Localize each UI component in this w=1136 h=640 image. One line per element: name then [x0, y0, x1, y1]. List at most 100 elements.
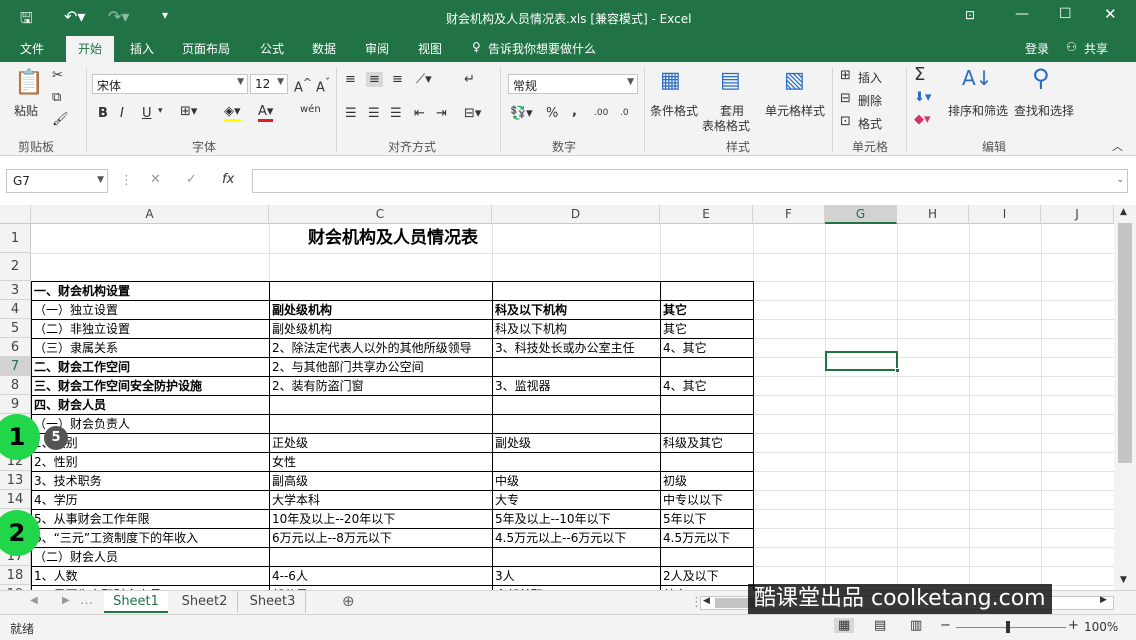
row-header-2[interactable]: 2: [0, 253, 31, 281]
cell-a9[interactable]: 四、财会人员: [32, 395, 268, 414]
find-select-icon[interactable]: ⚲: [1032, 64, 1050, 92]
select-all-corner[interactable]: [0, 205, 31, 224]
next-sheet-icon[interactable]: ▶: [62, 595, 70, 606]
font-color-icon[interactable]: A▾: [258, 104, 274, 122]
scroll-down-icon[interactable]: ▼: [1120, 575, 1127, 585]
align-middle-icon[interactable]: ≡: [366, 72, 383, 87]
row-header-7[interactable]: 7: [0, 357, 31, 376]
row-header-8[interactable]: 8: [0, 376, 31, 395]
row-header-9[interactable]: 9: [0, 395, 31, 414]
increase-indent-icon[interactable]: ⇥: [436, 106, 447, 121]
insert-cells-icon[interactable]: ⊞: [840, 68, 851, 83]
cell-e8[interactable]: 4、其它: [661, 376, 752, 395]
row-header-6[interactable]: 6: [0, 338, 31, 357]
copy-icon[interactable]: ⧉: [52, 90, 61, 105]
borders-icon[interactable]: ⊞▾: [180, 104, 197, 119]
column-header-g[interactable]: G: [825, 205, 897, 224]
cell-c18[interactable]: 4--6人: [270, 566, 491, 585]
cell-c16[interactable]: 6万元以上--8万元以下: [270, 528, 491, 547]
fill-icon[interactable]: ⬇▾: [914, 90, 931, 105]
cell-c13[interactable]: 副高级: [270, 471, 491, 490]
column-header-h[interactable]: H: [897, 205, 969, 224]
delete-cells-icon[interactable]: ⊟: [840, 91, 851, 106]
cell-d11[interactable]: 副处级: [493, 433, 659, 452]
tab-review[interactable]: 审阅: [365, 40, 389, 57]
cell-e5[interactable]: 其它: [661, 319, 752, 338]
format-table-icon[interactable]: ▤: [720, 68, 741, 93]
decrease-indent-icon[interactable]: ⇤: [414, 106, 425, 121]
cell-c15[interactable]: 10年及以上--20年以下: [270, 509, 491, 528]
cell-c7[interactable]: 2、与其他部门共享办公空间: [270, 357, 491, 376]
font-size-select[interactable]: 12 ▼: [250, 74, 288, 94]
cell-c11[interactable]: 正处级: [270, 433, 491, 452]
paste-button[interactable]: 粘贴: [14, 102, 38, 119]
cell-e4[interactable]: 其它: [661, 300, 752, 319]
row-header-4[interactable]: 4: [0, 300, 31, 319]
row-header-13[interactable]: 13: [0, 471, 31, 490]
column-header-e[interactable]: E: [660, 205, 753, 224]
number-format-select[interactable]: 常规 ▼: [508, 74, 638, 94]
save-icon[interactable]: 🖫: [20, 8, 33, 33]
close-icon[interactable]: ✕: [1104, 5, 1117, 23]
scroll-up-icon[interactable]: ▲: [1120, 207, 1127, 217]
row-header-18[interactable]: 18: [0, 566, 31, 585]
phonetic-icon[interactable]: wén: [300, 104, 321, 115]
cell-c14[interactable]: 大学本科: [270, 490, 491, 509]
fill-color-icon[interactable]: ◈▾: [224, 104, 241, 122]
prev-sheet-icon[interactable]: ◀: [30, 595, 38, 606]
cell-e14[interactable]: 中专以以下: [661, 490, 752, 509]
paste-icon[interactable]: 📋: [14, 68, 44, 96]
increase-font-icon[interactable]: A^: [294, 76, 312, 95]
cancel-icon[interactable]: ✕: [150, 172, 161, 187]
tab-insert[interactable]: 插入: [130, 40, 154, 57]
cell-a12[interactable]: 2、性别: [32, 452, 268, 471]
orientation-icon[interactable]: ⟋▾: [416, 72, 432, 87]
cell-d16[interactable]: 4.5万元以上--6万元以下: [493, 528, 659, 547]
cell-a16[interactable]: 6、“三元”工资制度下的年收入: [32, 528, 268, 547]
zoom-in-icon[interactable]: +: [1068, 618, 1079, 633]
cell-d4[interactable]: 科及以下机构: [493, 300, 659, 319]
cell-c12[interactable]: 女性: [270, 452, 491, 471]
clear-icon[interactable]: ◆▾: [914, 112, 931, 127]
cell-a7[interactable]: 二、财会工作空间: [32, 357, 268, 376]
insert-function-button[interactable]: fx: [222, 172, 234, 187]
decrease-font-icon[interactable]: Aˇ: [316, 76, 330, 95]
column-header-c[interactable]: C: [269, 205, 492, 224]
cell-e13[interactable]: 初级: [661, 471, 752, 490]
vertical-scroll-thumb[interactable]: [1118, 223, 1132, 463]
delete-cells-button[interactable]: 删除: [858, 92, 882, 109]
conditional-format-icon[interactable]: ▦: [660, 68, 681, 93]
cell-e11[interactable]: 科级及其它: [661, 433, 752, 452]
comma-button[interactable]: ,: [572, 104, 577, 119]
share-button[interactable]: 共享: [1084, 40, 1108, 57]
sheet-tab-3[interactable]: Sheet3: [240, 591, 306, 613]
cell-e16[interactable]: 4.5万元以下: [661, 528, 752, 547]
cell-a8[interactable]: 三、财会工作空间安全防护设施: [32, 376, 268, 395]
cell-a13[interactable]: 3、技术职务: [32, 471, 268, 490]
cell-e6[interactable]: 4、其它: [661, 338, 752, 357]
column-header-i[interactable]: I: [969, 205, 1041, 224]
row-header-3[interactable]: 3: [0, 281, 31, 300]
row-header-14[interactable]: 14: [0, 490, 31, 509]
ribbon-display-icon[interactable]: ⊡: [965, 8, 975, 22]
row-header-1[interactable]: 1: [0, 224, 31, 253]
sort-filter-icon[interactable]: A↓: [962, 66, 992, 90]
cell-a4[interactable]: （一）独立设置: [32, 300, 268, 319]
cell-c8[interactable]: 2、装有防盗门窗: [270, 376, 491, 395]
cell-c6[interactable]: 2、除法定代表人以外的其他所级领导: [270, 338, 491, 357]
login-link[interactable]: 登录: [1025, 40, 1049, 57]
align-top-icon[interactable]: ≡: [345, 72, 356, 87]
percent-button[interactable]: %: [546, 106, 558, 121]
normal-view-icon[interactable]: ▦: [834, 618, 855, 633]
autosum-button[interactable]: Σ: [914, 64, 925, 85]
cell-a3[interactable]: 一、财会机构设置: [32, 281, 268, 300]
cell-styles-button[interactable]: 单元格样式: [765, 102, 825, 119]
underline-dropdown-icon[interactable]: ▾: [158, 106, 163, 116]
tell-me-box[interactable]: 告诉我你想要做什么: [488, 40, 596, 57]
zoom-slider-track[interactable]: [956, 627, 1066, 628]
tab-view[interactable]: 视图: [418, 40, 442, 57]
maximize-icon[interactable]: ☐: [1059, 6, 1072, 22]
formula-input[interactable]: ⌄: [252, 169, 1128, 193]
align-center-icon[interactable]: ☰: [368, 106, 380, 121]
align-right-icon[interactable]: ☰: [390, 106, 402, 121]
